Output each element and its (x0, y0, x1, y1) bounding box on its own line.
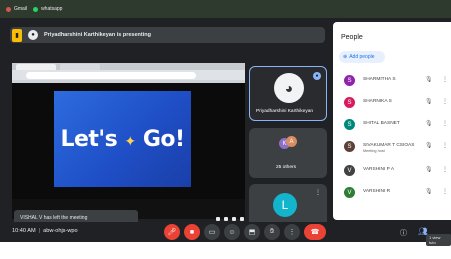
presenting-banner: ▮ ● Priyadharshini Karthikeyan is presen… (10, 27, 325, 43)
presenter-tile[interactable]: ● ◕ Priyadharshini Karthikeyan (249, 66, 327, 121)
raise-hand-button[interactable]: ✋︎ (264, 224, 280, 240)
avatar: V (344, 165, 355, 176)
more-icon[interactable]: ⋮ (442, 120, 448, 127)
avatar: S (344, 75, 355, 86)
gmail-icon (6, 6, 11, 12)
slide-text: Let's ✦ Go! (60, 126, 185, 152)
shared-browser-bar (12, 63, 245, 83)
toast-text: VISHAL V has left the meeting (20, 215, 88, 221)
browser-bookmarks-bar: Gmail whatsapp (0, 0, 451, 18)
mic-off-icon: 🎙︎ (425, 143, 433, 149)
others-avatars: K A (279, 136, 297, 150)
presenter-avatar-icon: ● (28, 30, 38, 40)
list-item[interactable]: S SHITAL BASNET 🎙︎ ⋮ (333, 116, 451, 136)
list-item[interactable]: S SIVAKUMAR T CSIOAS Meeting host 🎙︎ ⋮ (333, 138, 451, 158)
gmail-label: Gmail (14, 6, 28, 12)
add-people-button[interactable]: ⊕ Add people (339, 51, 385, 63)
person-name: VARSHINI P A (363, 167, 395, 172)
clock-time: 10:40 AM (12, 228, 36, 234)
presented-screen[interactable]: Let's ✦ Go! (12, 63, 245, 219)
slide-confetti-icon: ✦ (124, 133, 136, 150)
more-icon[interactable]: ⋮ (442, 76, 448, 83)
slide-area: Let's ✦ Go! (12, 83, 245, 199)
whatsapp-bookmark[interactable]: whatsapp (33, 6, 62, 12)
host-label: Meeting host (363, 149, 385, 153)
self-avatar: L (273, 193, 297, 217)
avatar: V (344, 187, 355, 198)
shared-browser-tabs (12, 63, 245, 70)
meeting-info: 10:40 AM | abw-ohjs-wpo (12, 228, 78, 234)
shared-tab (60, 64, 100, 70)
mic-off-icon: 🎙︎ (425, 189, 433, 195)
avatar: S (344, 97, 355, 108)
shared-url-bar (26, 72, 196, 79)
more-icon[interactable]: ⋮ (442, 142, 448, 149)
mic-off-icon: 🎙︎ (425, 77, 433, 83)
person-name: VARSHINI R (363, 189, 391, 194)
next-slide-icon[interactable] (224, 217, 228, 221)
avatar: S (344, 119, 355, 130)
reactions-button[interactable]: ☺ (224, 224, 240, 240)
more-icon[interactable]: ⋮ (442, 188, 448, 195)
list-item[interactable]: S SHARMITHA S 🎙︎ ⋮ (333, 72, 451, 92)
meeting-details-button[interactable]: ⓘ (400, 228, 407, 238)
mic-off-icon: 🎙︎ (425, 167, 433, 173)
speaking-indicator-icon: ● (313, 72, 321, 80)
tooltip: 1 view tuto (426, 234, 451, 246)
separator: | (38, 228, 41, 234)
mic-off-icon: 🎙︎ (425, 99, 433, 105)
presenter-avatar: ◕ (274, 73, 304, 103)
avatar: S (344, 141, 355, 152)
meeting-code: abw-ohjs-wpo (43, 228, 78, 234)
people-title: People (341, 34, 363, 41)
person-name: SIVAKUMAR T CSIOAS (363, 143, 415, 148)
leave-call-button[interactable]: ☎ (304, 224, 326, 240)
mic-off-icon: 🎙︎ (425, 121, 433, 127)
slide-text-main: Let's (60, 126, 118, 152)
slide-text-end: Go! (142, 126, 185, 152)
mic-off-icon: ⋮ (315, 190, 321, 196)
add-person-icon: ⊕ (343, 54, 348, 60)
slide-menu-icon[interactable] (232, 217, 236, 221)
shared-tab (16, 64, 56, 70)
fullscreen-icon[interactable] (240, 217, 244, 221)
captions-button[interactable]: ▭ (204, 224, 220, 240)
person-name: SHARNIKA S (363, 99, 392, 104)
more-icon[interactable]: ⋮ (442, 98, 448, 105)
presenter-tile-name: Priyadharshini Karthikeyan (256, 109, 314, 114)
others-count: 25 others (276, 165, 297, 170)
whatsapp-icon (33, 6, 39, 12)
gmail-bookmark[interactable]: Gmail (6, 6, 27, 12)
camera-toggle-button[interactable]: ■ (184, 224, 200, 240)
list-item[interactable]: V VARSHINI P A 🎙︎ ⋮ (333, 162, 451, 182)
others-tile[interactable]: K A 25 others (249, 128, 327, 178)
person-name: SHARMITHA S (363, 77, 396, 82)
slides-icon: ▮ (12, 28, 22, 42)
present-button[interactable]: ⬒ (244, 224, 260, 240)
people-panel: People ⊕ Add people S SHARMITHA S 🎙︎ ⋮ S… (333, 22, 451, 220)
current-slide: Let's ✦ Go! (54, 91, 191, 187)
prev-slide-icon[interactable] (216, 217, 220, 221)
add-people-label: Add people (349, 54, 375, 60)
more-options-button[interactable]: ⋮ (284, 224, 300, 240)
list-item[interactable]: V VARSHINI R 🎙︎ ⋮ (333, 184, 451, 204)
mic-toggle-button[interactable]: 🎤︎ (164, 224, 180, 240)
avatar: A (286, 136, 297, 147)
presenting-text: Priyadharshini Karthikeyan is presenting (44, 32, 151, 38)
more-icon[interactable]: ⋮ (442, 166, 448, 173)
control-bar: 10:40 AM | abw-ohjs-wpo 🎤︎ ■ ▭ ☺ ⬒ ✋︎ ⋮ ☎ … (0, 222, 451, 246)
list-item[interactable]: S SHARNIKA S 🎙︎ ⋮ (333, 94, 451, 114)
person-name: SHITAL BASNET (363, 121, 400, 126)
whatsapp-label: whatsapp (41, 6, 63, 12)
